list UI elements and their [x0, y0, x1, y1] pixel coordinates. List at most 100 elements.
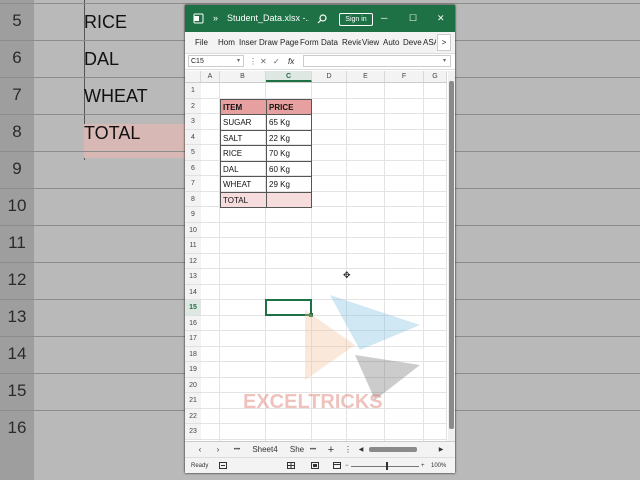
row-header-14[interactable]: 14 [185, 284, 201, 300]
table-cell-item[interactable]: SUGAR [220, 114, 267, 131]
ribbon-tab-inser[interactable]: Inser [239, 32, 258, 53]
formula-bar-options-icon[interactable]: ⋮ [249, 55, 257, 68]
ribbon-tab-auto[interactable]: Auto [383, 32, 402, 53]
row-header-19[interactable]: 19 [185, 362, 201, 378]
table-cell-price[interactable]: 60 Kg [266, 160, 312, 177]
scroll-left-icon[interactable]: ◀ [357, 442, 365, 458]
row-header-5[interactable]: 5 [185, 145, 201, 161]
cancel-icon[interactable]: ✕ [260, 55, 267, 68]
zoom-out-button[interactable]: − [345, 458, 349, 473]
sheet-tab-sheet4[interactable]: Sheet4 [249, 442, 281, 458]
name-box[interactable]: C15 [188, 55, 244, 67]
more-sheets-button[interactable]: ••• [229, 442, 245, 458]
select-all-corner[interactable] [185, 71, 201, 82]
table-cell-price[interactable]: 70 Kg [266, 145, 312, 162]
column-header-f[interactable]: F [385, 71, 424, 82]
sheet-tab-partial[interactable]: She [289, 442, 305, 458]
table-cell-item[interactable]: DAL [220, 160, 267, 177]
column-header-e[interactable]: E [347, 71, 385, 82]
row-header-15[interactable]: 15 [185, 300, 201, 316]
ribbon-tab-page[interactable]: Page [280, 32, 299, 53]
table-cell-item[interactable]: SALT [220, 129, 267, 146]
table-cell-price[interactable]: 65 Kg [266, 114, 312, 131]
column-header-a[interactable]: A [201, 71, 220, 82]
zoom-level[interactable]: 100% [431, 458, 446, 473]
row-header-3[interactable]: 3 [185, 114, 201, 130]
ribbon-tab-file[interactable]: File [195, 32, 214, 53]
zoom-in-button[interactable]: + [421, 458, 425, 473]
chevron-down-icon[interactable]: ▾ [237, 55, 240, 68]
ribbon-tab-revie[interactable]: Revie [342, 32, 361, 53]
row-header-11[interactable]: 11 [185, 238, 201, 254]
page-layout-icon[interactable] [311, 458, 319, 473]
row-header-17[interactable]: 17 [185, 331, 201, 347]
zoom-slider-knob[interactable] [386, 462, 388, 470]
row-header-1[interactable]: 1 [185, 83, 201, 99]
row-header-20[interactable]: 20 [185, 377, 201, 393]
prev-sheet-button[interactable]: ‹ [195, 442, 205, 458]
background-item-cell: TOTAL [84, 123, 141, 143]
vertical-scroll-thumb[interactable] [449, 81, 454, 429]
row-header-18[interactable]: 18 [185, 346, 201, 362]
close-button[interactable]: ✕ [437, 5, 445, 32]
table-cell-price[interactable]: 22 Kg [266, 129, 312, 146]
quick-access-expand[interactable]: » [213, 5, 218, 32]
ribbon-tab-asa[interactable]: ASA [423, 32, 436, 53]
row-header-10[interactable]: 10 [185, 222, 201, 238]
search-icon[interactable] [317, 5, 327, 32]
table-total-value[interactable] [266, 191, 312, 208]
add-sheet-button[interactable]: + [325, 442, 337, 458]
row-header-8[interactable]: 8 [185, 191, 201, 207]
row-header-7[interactable]: 7 [185, 176, 201, 192]
table-total-label[interactable]: TOTAL [220, 191, 267, 208]
formula-input[interactable] [303, 55, 451, 67]
table-header-item[interactable]: ITEM [220, 98, 267, 115]
more-sheets-right-button[interactable]: ••• [305, 442, 321, 458]
row-header-13[interactable]: 13 [185, 269, 201, 285]
fill-handle[interactable] [309, 312, 313, 317]
table-cell-price[interactable]: 29 Kg [266, 176, 312, 193]
row-header-2[interactable]: 2 [185, 98, 201, 114]
sign-in-button[interactable]: Sign in [339, 13, 373, 26]
table-cell-item[interactable]: RICE [220, 145, 267, 162]
expand-formula-bar-icon[interactable]: ▾ [443, 55, 446, 68]
row-header-23[interactable]: 23 [185, 424, 201, 440]
next-sheet-button[interactable]: › [213, 442, 223, 458]
row-header-22[interactable]: 22 [185, 408, 201, 424]
worksheet-grid[interactable]: 1 2 3 4 5 6 7 8 9 10 11 12 13 14 15 16 17 18 19 20 21 22 23 ITE… [185, 83, 447, 441]
column-header-c[interactable]: C [266, 71, 312, 82]
normal-view-icon[interactable] [287, 458, 295, 473]
row-header-12[interactable]: 12 [185, 253, 201, 269]
table-cell-item[interactable]: WHEAT [220, 176, 267, 193]
ribbon-tab-data[interactable]: Data [321, 32, 340, 53]
ribbon-tab-hom[interactable]: Hom [218, 32, 237, 53]
minimize-button[interactable]: ─ [381, 5, 387, 32]
row-header-21[interactable]: 21 [185, 393, 201, 409]
column-header-b[interactable]: B [220, 71, 266, 82]
ribbon-tab-draw[interactable]: Draw [259, 32, 278, 53]
column-header-d[interactable]: D [312, 71, 347, 82]
table-header-price[interactable]: PRICE [266, 98, 312, 115]
accessibility-icon[interactable] [219, 458, 227, 473]
row-header-16[interactable]: 16 [185, 315, 201, 331]
horizontal-scroll-thumb[interactable] [369, 447, 417, 452]
excel-icon[interactable] [193, 5, 204, 32]
vertical-scrollbar[interactable] [448, 71, 455, 441]
selected-cell[interactable] [265, 299, 312, 316]
row-header-9[interactable]: 9 [185, 207, 201, 223]
ribbon-more-button[interactable]: > [437, 34, 451, 51]
title-bar: » Student_Data.xlsx -... Sign in ─ ☐ ✕ [185, 5, 455, 32]
page-break-icon[interactable] [333, 458, 341, 473]
sheet-options-icon[interactable]: ⋮ [343, 442, 353, 458]
row-header-6[interactable]: 6 [185, 160, 201, 176]
insert-function-icon[interactable]: fx [288, 55, 294, 68]
row-header-4[interactable]: 4 [185, 129, 201, 145]
maximize-button[interactable]: ☐ [409, 5, 417, 32]
ribbon-tab-deve[interactable]: Deve [403, 32, 422, 53]
ribbon-tab-form[interactable]: Form [300, 32, 319, 53]
scroll-right-icon[interactable]: ▶ [437, 442, 445, 458]
ribbon-tab-view[interactable]: View [362, 32, 381, 53]
column-header-g[interactable]: G [424, 71, 447, 82]
confirm-icon[interactable]: ✓ [273, 55, 280, 68]
zoom-slider[interactable] [351, 466, 419, 467]
